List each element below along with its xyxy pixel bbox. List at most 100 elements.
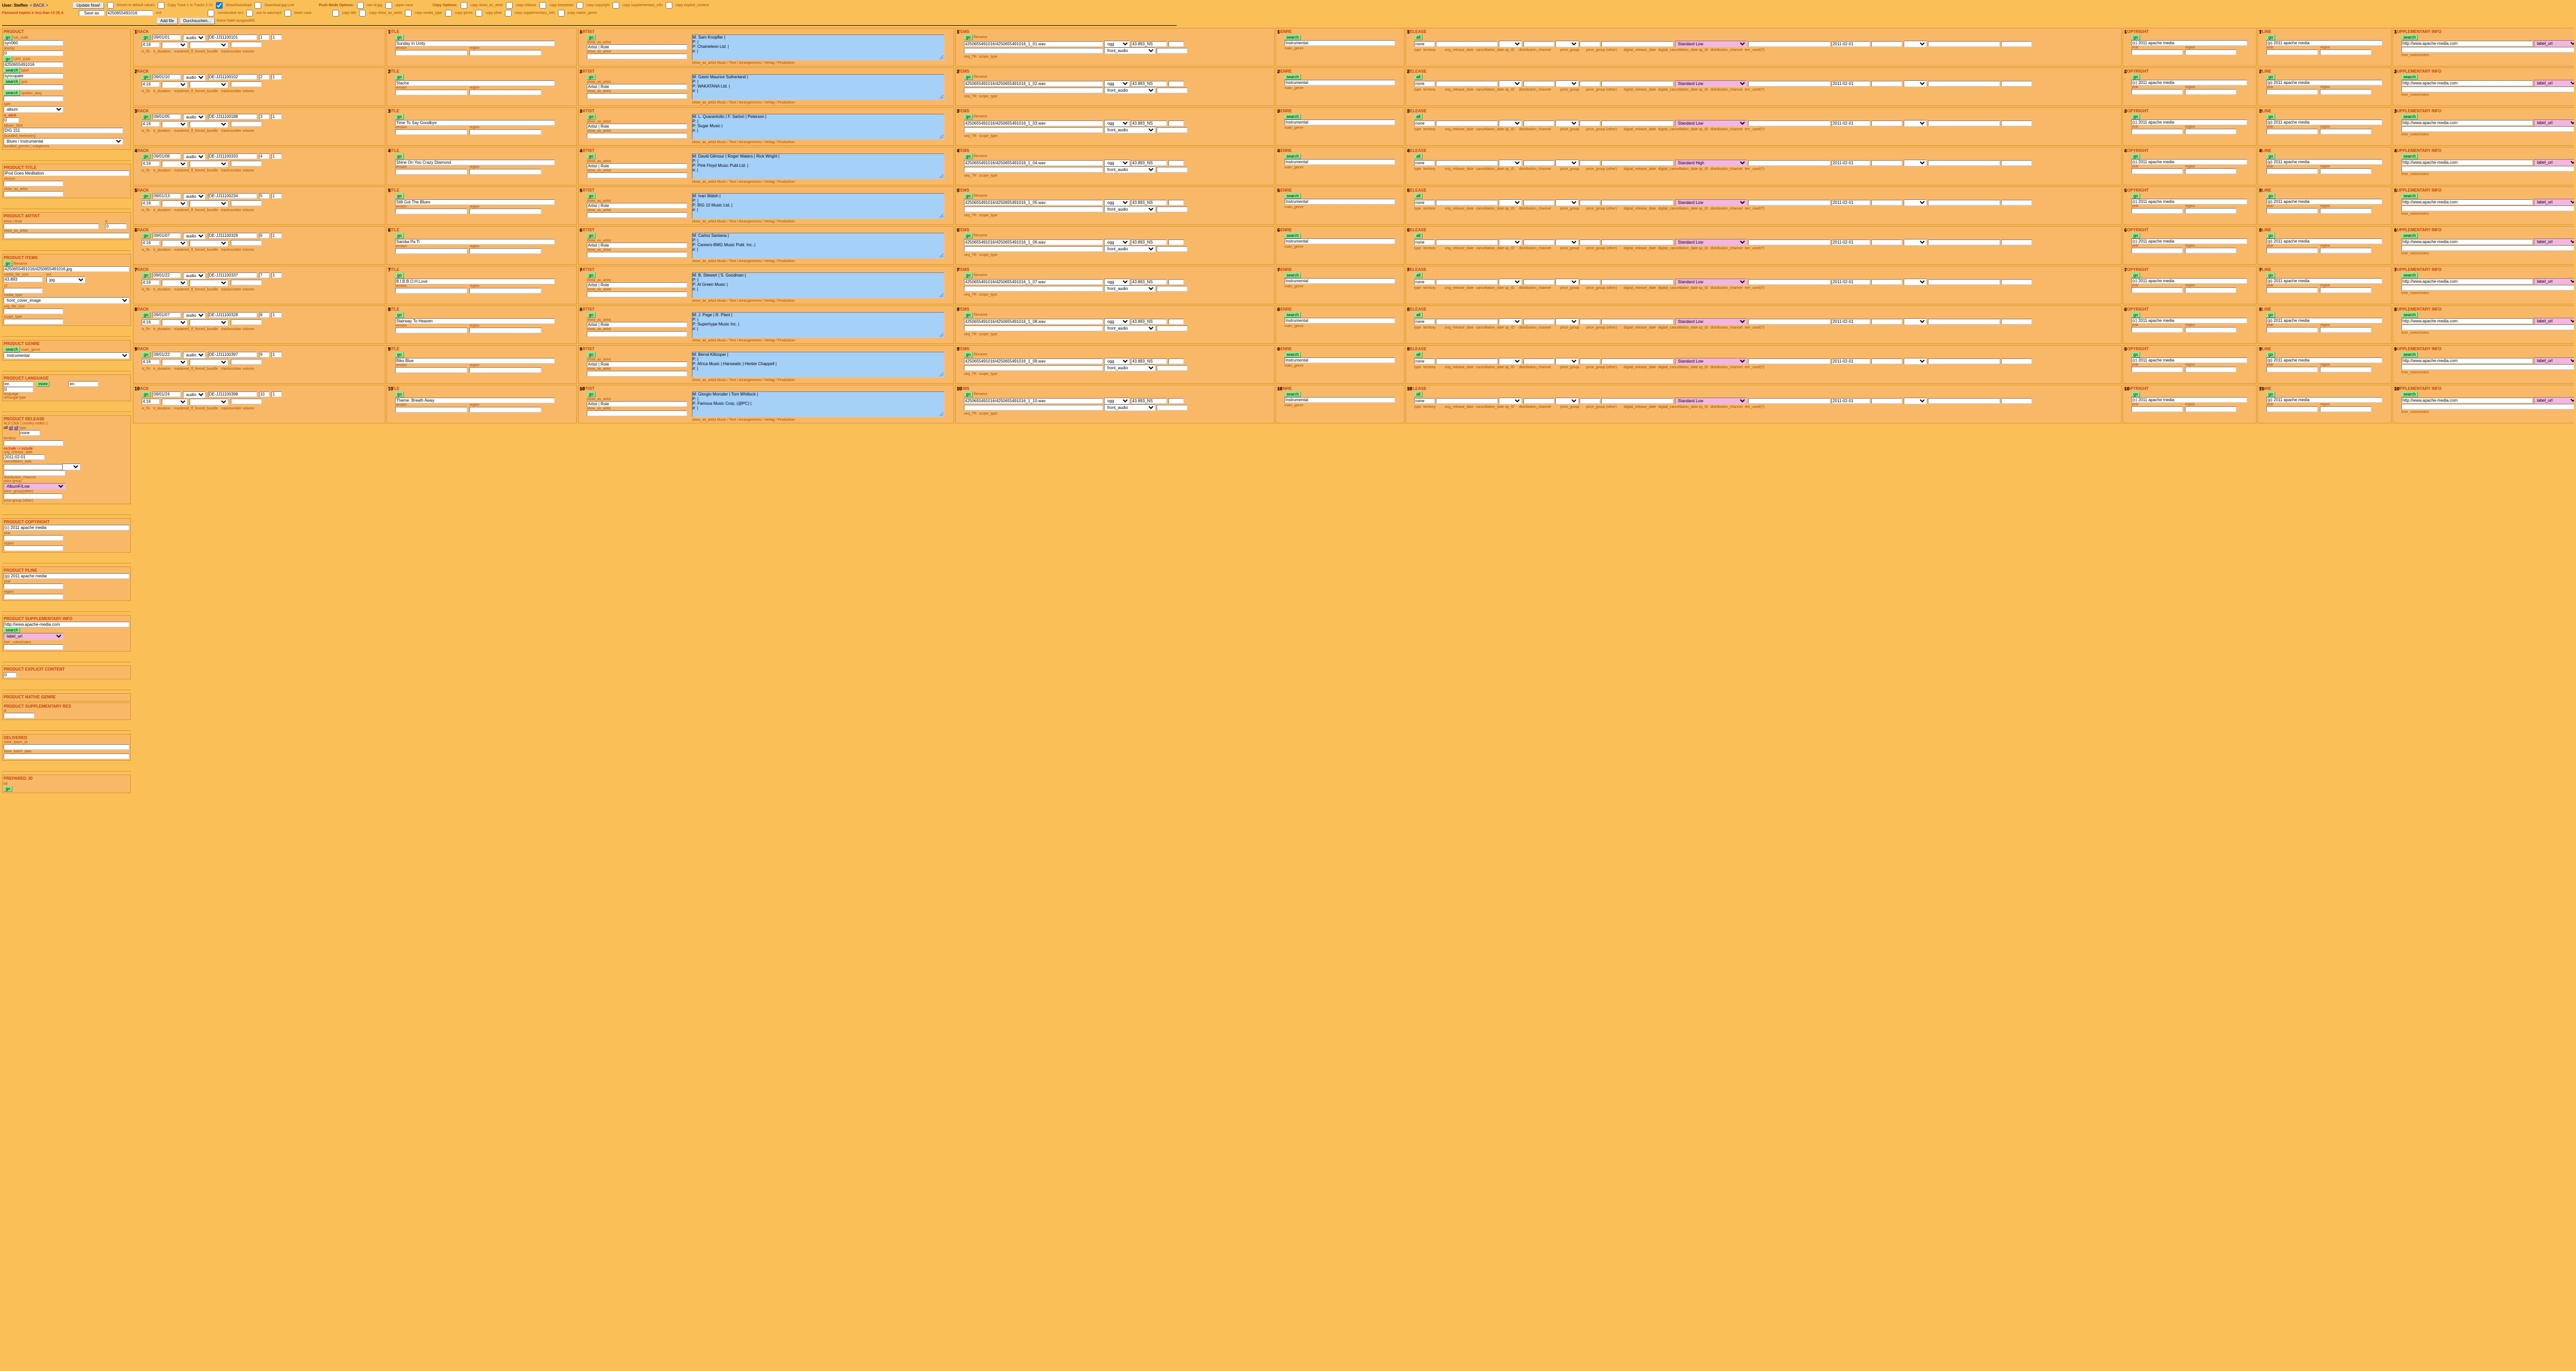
track-vol[interactable] <box>272 312 282 318</box>
items-mt[interactable]: front_audio <box>1104 166 1156 173</box>
artist-show-as[interactable] <box>587 54 687 59</box>
rel-sel2[interactable] <box>1555 318 1579 325</box>
genre-input[interactable] <box>1284 80 1395 85</box>
pline-year[interactable] <box>2266 367 2318 372</box>
track-date[interactable] <box>152 35 181 40</box>
copy-year[interactable] <box>2131 367 2183 372</box>
rel-terr[interactable] <box>1436 81 1498 87</box>
items-empty[interactable] <box>964 246 1103 252</box>
pl-ml[interactable] <box>69 381 98 387</box>
grid-search[interactable]: search <box>4 79 20 84</box>
rel-none[interactable] <box>1414 398 1435 404</box>
rel-od[interactable] <box>1523 398 1554 404</box>
items-empty[interactable] <box>964 405 1103 410</box>
genre-search[interactable]: search <box>1284 153 1301 159</box>
rel-date[interactable] <box>1832 81 1870 87</box>
rel-none[interactable] <box>1414 200 1435 205</box>
items-os[interactable] <box>1157 207 1188 212</box>
items-fsz[interactable] <box>1131 81 1167 87</box>
pr-terr[interactable] <box>4 440 63 446</box>
supp-notes[interactable] <box>2401 364 2574 370</box>
rel-sel2[interactable] <box>1555 41 1579 47</box>
rel-od[interactable] <box>1523 160 1554 166</box>
items-go[interactable]: go <box>964 312 973 318</box>
track-go[interactable]: go <box>142 391 150 397</box>
title-input[interactable] <box>395 80 555 86</box>
pl-lang[interactable] <box>4 381 33 387</box>
title-input[interactable] <box>395 160 555 165</box>
rel-sel3[interactable] <box>1904 358 1927 365</box>
track-ext-sel[interactable] <box>190 359 228 366</box>
track-dur[interactable] <box>142 399 160 404</box>
save-as-input[interactable] <box>79 10 105 16</box>
supp-search[interactable]: search <box>2401 35 2418 40</box>
rel-od[interactable] <box>1523 319 1554 324</box>
rel-sel3[interactable] <box>1904 239 1927 246</box>
title-input[interactable] <box>395 199 555 205</box>
track-dur[interactable] <box>142 161 160 166</box>
track-isrc[interactable] <box>208 391 257 397</box>
supp-label[interactable]: label_url <box>2534 357 2574 364</box>
supp-notes[interactable] <box>2401 324 2574 330</box>
items-os[interactable] <box>1157 88 1188 93</box>
pline-year[interactable] <box>2266 406 2318 412</box>
artist-show-as[interactable] <box>587 331 687 337</box>
rel-pgo[interactable] <box>1748 121 1831 126</box>
title-go[interactable]: go <box>395 114 404 119</box>
rel-sel3[interactable] <box>1904 398 1927 404</box>
track-empty[interactable] <box>231 121 262 127</box>
items-empty[interactable] <box>964 167 1103 173</box>
track-isrc[interactable] <box>208 35 257 40</box>
track-date[interactable] <box>152 193 181 199</box>
rel-terr[interactable] <box>1436 239 1498 245</box>
items-v[interactable] <box>1168 358 1184 364</box>
artist-role-input[interactable] <box>587 243 687 248</box>
rel-g1[interactable] <box>1580 358 1600 364</box>
genre-search[interactable]: search <box>1284 193 1301 199</box>
genre-search[interactable]: search <box>1284 233 1301 238</box>
track-fmt[interactable]: audio <box>183 193 206 200</box>
items-empty[interactable] <box>964 365 1103 371</box>
track-dur[interactable] <box>142 359 160 365</box>
copy-year[interactable] <box>2131 168 2183 174</box>
items-v[interactable] <box>1168 200 1184 205</box>
copy-year[interactable] <box>2131 208 2183 214</box>
pe-input[interactable] <box>4 672 16 678</box>
rel-pgo[interactable] <box>1748 239 1831 245</box>
supp-label[interactable]: label_url <box>2534 397 2574 404</box>
pline-region[interactable] <box>2320 248 2371 253</box>
artist-show-as[interactable] <box>587 252 687 258</box>
supp-notes[interactable] <box>2401 126 2574 132</box>
title-go[interactable]: go <box>395 272 404 278</box>
track-go[interactable]: go <box>142 312 150 318</box>
title-region[interactable] <box>469 328 541 333</box>
track-date[interactable] <box>152 114 181 119</box>
pline-go[interactable]: go <box>2266 312 2275 318</box>
back-link[interactable]: < BACK > <box>30 3 48 8</box>
track-empty[interactable] <box>231 280 262 285</box>
items-fsz[interactable] <box>1131 41 1167 47</box>
artist-role-input[interactable] <box>587 322 687 328</box>
rel-tu[interactable] <box>2001 398 2032 404</box>
pa-input[interactable] <box>4 224 99 229</box>
track-isrc[interactable] <box>208 272 257 278</box>
track-isrc[interactable] <box>208 193 257 199</box>
items-mt[interactable]: front_audio <box>1104 365 1156 371</box>
artist-role-input[interactable] <box>587 282 687 288</box>
pline-region[interactable] <box>2320 406 2371 412</box>
rel-cdate[interactable] <box>1871 160 1902 166</box>
browse-button[interactable]: Durchsuchen... <box>180 18 215 24</box>
cb-co9[interactable] <box>405 10 412 16</box>
title-input[interactable] <box>395 398 555 403</box>
cb-co2[interactable] <box>506 2 513 9</box>
rel-g1[interactable] <box>1580 41 1600 47</box>
pc-year[interactable] <box>4 535 63 541</box>
track-vol[interactable] <box>272 272 282 278</box>
artist-show-as[interactable] <box>587 212 687 218</box>
title-input[interactable] <box>395 41 555 46</box>
supp-notes[interactable] <box>2401 285 2574 290</box>
copy-region[interactable] <box>2185 129 2236 134</box>
track-go[interactable]: go <box>142 153 150 159</box>
rel-sel3[interactable] <box>1904 120 1927 127</box>
items-v[interactable] <box>1168 160 1184 166</box>
